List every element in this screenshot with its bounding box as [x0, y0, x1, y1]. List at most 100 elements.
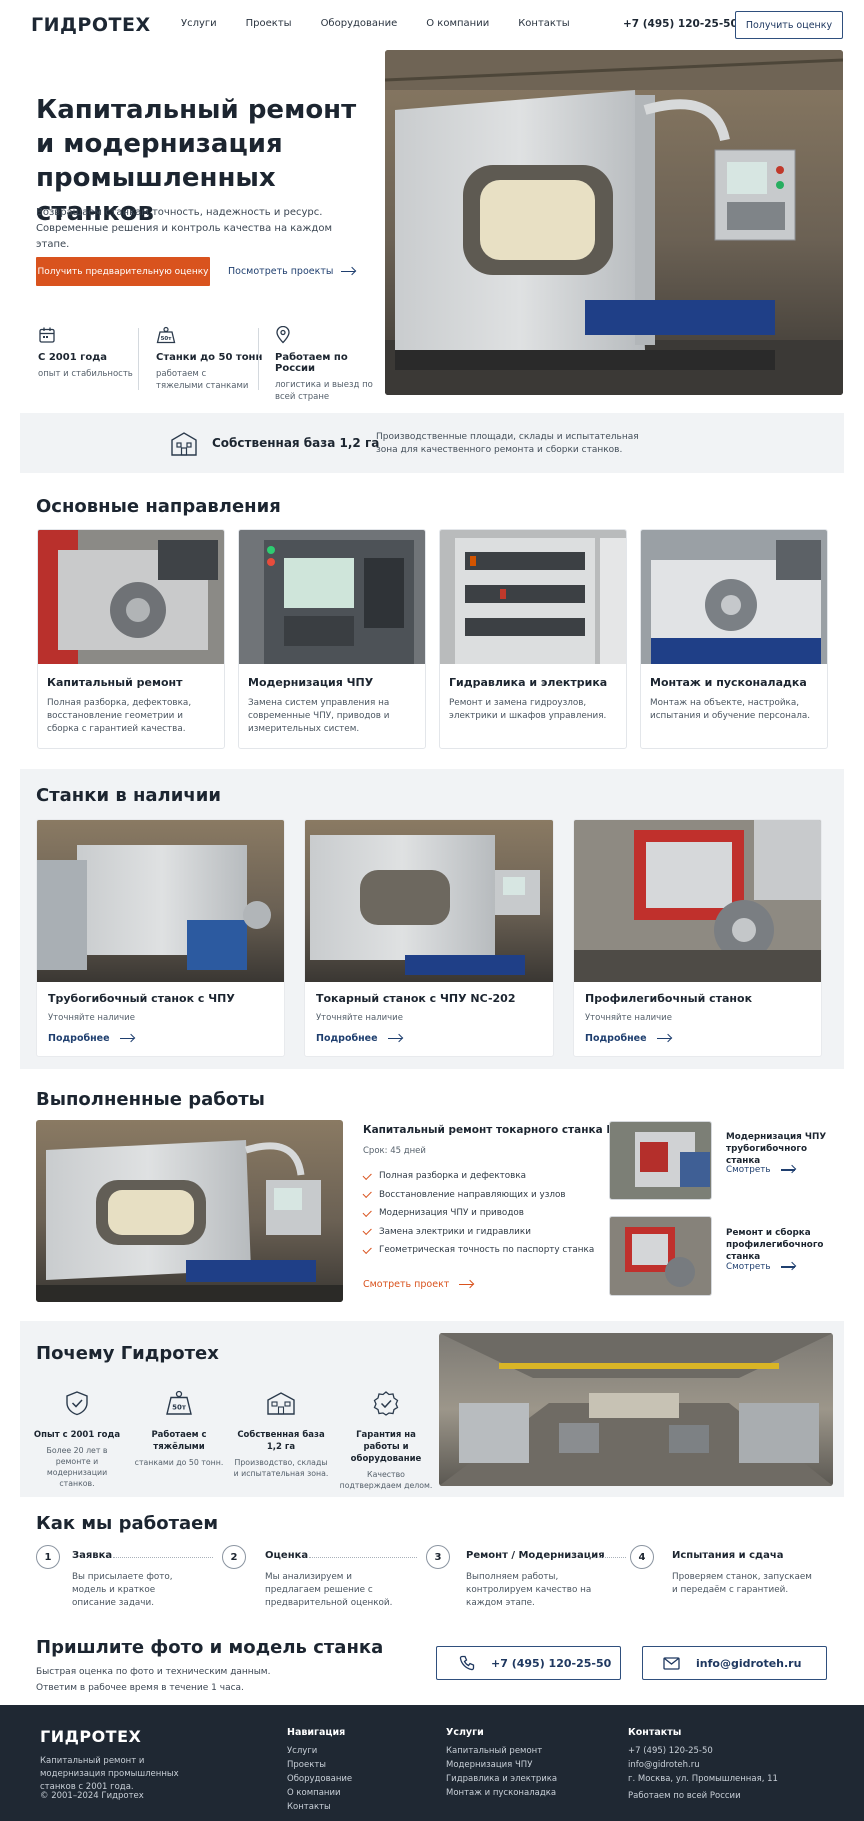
get-estimate-button[interactable]: Получить оценку: [735, 11, 843, 39]
stat-desc: опыт и стабильность: [38, 369, 133, 379]
step-number: 2: [222, 1545, 246, 1569]
nav-link-about[interactable]: О компании: [426, 18, 489, 29]
step-connector: [588, 1557, 626, 1558]
footer-col-title: Контакты: [628, 1727, 682, 1738]
more-link[interactable]: Подробнее: [316, 1033, 402, 1044]
site-header: ГИДРОТЕХ Услуги Проекты Оборудование О к…: [0, 0, 864, 50]
works-heading: Выполненные работы: [36, 1089, 265, 1110]
footer-email[interactable]: info@gidroteh.ru: [628, 1760, 778, 1774]
arrow-right-icon: [780, 1169, 795, 1171]
step-number: 4: [630, 1545, 654, 1569]
header-phone[interactable]: +7 (495) 120-25-50: [623, 18, 738, 30]
work-checklist: Полная разборка и дефектовка Восстановле…: [363, 1167, 594, 1260]
factory-building-icon: [171, 432, 197, 456]
nav-link-equipment[interactable]: Оборудование: [321, 18, 398, 29]
get-preliminary-estimate-button[interactable]: Получить предварительную оценку: [36, 257, 210, 286]
view-link[interactable]: Смотреть: [726, 1165, 795, 1175]
check-item: Модернизация ЧПУ и приводов: [363, 1204, 594, 1223]
phone-icon: [459, 1655, 475, 1671]
why-desc: станками до 50 тонн.: [134, 1458, 224, 1467]
footer-link[interactable]: Модернизация ЧПУ: [446, 1760, 557, 1774]
shield-check-icon: [66, 1391, 88, 1416]
stock-card[interactable]: Трубогибочный станок с ЧПУ Уточняйте нал…: [36, 819, 285, 1057]
arrow-right-icon: [341, 270, 356, 273]
view-projects-label: Посмотреть проекты: [228, 266, 334, 277]
step-title: Испытания и сдача: [672, 1550, 784, 1561]
why-title: Работаем с тяжёлыми: [151, 1430, 207, 1452]
divider: [138, 328, 139, 390]
step-title: Оценка: [265, 1550, 309, 1561]
footer-link[interactable]: Оборудование: [287, 1774, 352, 1788]
svg-text:50т: 50т: [161, 336, 173, 342]
stock-heading: Станки в наличии: [36, 785, 221, 806]
footer-link[interactable]: Услуги: [287, 1746, 352, 1760]
work-main-photo[interactable]: [36, 1120, 343, 1302]
contact-subtitle-line: Быстрая оценка по фото и техническим дан…: [36, 1667, 271, 1677]
card-desc: Замена систем управления на современные …: [248, 698, 390, 734]
footer-link[interactable]: Проекты: [287, 1760, 352, 1774]
direction-photo: [239, 530, 425, 664]
hero-subtitle-line: Современные решения и контроль качества …: [36, 223, 333, 250]
hero-title-line: Капитальный ремонт: [36, 95, 357, 125]
stock-card[interactable]: Профилегибочный станок Уточняйте наличие…: [573, 819, 822, 1057]
stock-card[interactable]: Токарный станок с ЧПУ NC-202 Уточняйте н…: [304, 819, 554, 1057]
stat-desc: логистика и выезд по всей стране: [275, 380, 373, 402]
check-item: Восстановление направляющих и узлов: [363, 1186, 594, 1205]
footer-link[interactable]: Монтаж и пусконаладка: [446, 1788, 557, 1802]
weight-badge-text: 50т: [172, 1404, 187, 1412]
direction-card[interactable]: Капитальный ремонт Полная разборка, дефе…: [37, 529, 225, 749]
step-desc: Проверяем станок, запускаем и передаём с…: [672, 1572, 812, 1595]
footer-col-contacts: Контакты +7 (495) 120-25-50 info@gidrote…: [628, 1727, 778, 1805]
footer-logo[interactable]: ГИДРОТЕХ: [40, 1727, 141, 1746]
hero-subtitle-line: Возвращаем станкам точность, надежность …: [36, 207, 323, 218]
call-phone-button[interactable]: +7 (495) 120-25-50: [436, 1646, 621, 1680]
step-number: 1: [36, 1545, 60, 1569]
stat-title: Станки до 50 тонн: [156, 352, 263, 363]
logo[interactable]: ГИДРОТЕХ: [31, 14, 151, 36]
direction-photo: [38, 530, 224, 664]
direction-card[interactable]: Модернизация ЧПУ Замена систем управлени…: [238, 529, 426, 749]
card-desc: Ремонт и замена гидроузлов, электрики и …: [449, 698, 607, 721]
divider: [258, 328, 259, 390]
footer-link[interactable]: О компании: [287, 1788, 352, 1802]
work-title: Капитальный ремонт токарного станка NC-2…: [363, 1124, 650, 1136]
view-project-link[interactable]: Смотреть проект: [363, 1279, 474, 1290]
email-button[interactable]: info@gidroteh.ru: [642, 1646, 827, 1680]
footer-link[interactable]: Гидравлика и электрика: [446, 1774, 557, 1788]
card-desc: Полная разборка, дефектовка, восстановле…: [47, 698, 192, 734]
stat-weight: 50т Станки до 50 тонн работаем с тяжелым…: [156, 326, 266, 392]
contact-email: info@gidroteh.ru: [696, 1656, 802, 1670]
work-side-title: Модернизация ЧПУ трубогибочного станка: [726, 1132, 827, 1166]
footer-col-title: Навигация: [287, 1727, 346, 1738]
stat-desc: работаем с тяжелыми станками: [156, 369, 249, 391]
work-thumb-photo[interactable]: [609, 1121, 712, 1200]
card-title: Токарный станок с ЧПУ NC-202: [316, 992, 516, 1005]
footer-col-title: Услуги: [446, 1727, 484, 1738]
arrow-right-icon: [119, 1037, 134, 1040]
view-projects-link[interactable]: Посмотреть проекты: [228, 266, 356, 277]
footer-link[interactable]: Контакты: [287, 1802, 352, 1816]
more-label: Подробнее: [48, 1033, 110, 1044]
view-label: Смотреть: [726, 1165, 771, 1175]
direction-card[interactable]: Гидравлика и электрика Ремонт и замена г…: [439, 529, 627, 749]
hero-machine-photo: [385, 50, 843, 395]
more-link[interactable]: Подробнее: [585, 1033, 671, 1044]
why-heading: Почему Гидротех: [36, 1343, 219, 1364]
availability-status: Уточняйте наличие: [585, 1013, 672, 1023]
nav-link-services[interactable]: Услуги: [181, 18, 217, 29]
card-title: Модернизация ЧПУ: [248, 676, 374, 689]
contact-phone: +7 (495) 120-25-50: [491, 1656, 612, 1670]
nav-link-contacts[interactable]: Контакты: [518, 18, 569, 29]
work-thumb-photo[interactable]: [609, 1216, 712, 1296]
footer-phone[interactable]: +7 (495) 120-25-50: [628, 1746, 778, 1760]
main-nav: Услуги Проекты Оборудование О компании К…: [181, 18, 599, 29]
direction-card[interactable]: Монтаж и пусконаладка Монтаж на объекте,…: [640, 529, 828, 749]
stat-since-2001: С 2001 года опыт и стабильность: [38, 326, 148, 380]
footer-link[interactable]: Капитальный ремонт: [446, 1746, 557, 1760]
nav-link-projects[interactable]: Проекты: [246, 18, 292, 29]
view-link[interactable]: Смотреть: [726, 1262, 795, 1272]
step-connector: [309, 1557, 417, 1558]
footer-col-navigation: Навигация Услуги Проекты Оборудование О …: [287, 1727, 352, 1816]
more-link[interactable]: Подробнее: [48, 1033, 134, 1044]
why-title: Собственная база 1,2 га: [237, 1430, 325, 1452]
